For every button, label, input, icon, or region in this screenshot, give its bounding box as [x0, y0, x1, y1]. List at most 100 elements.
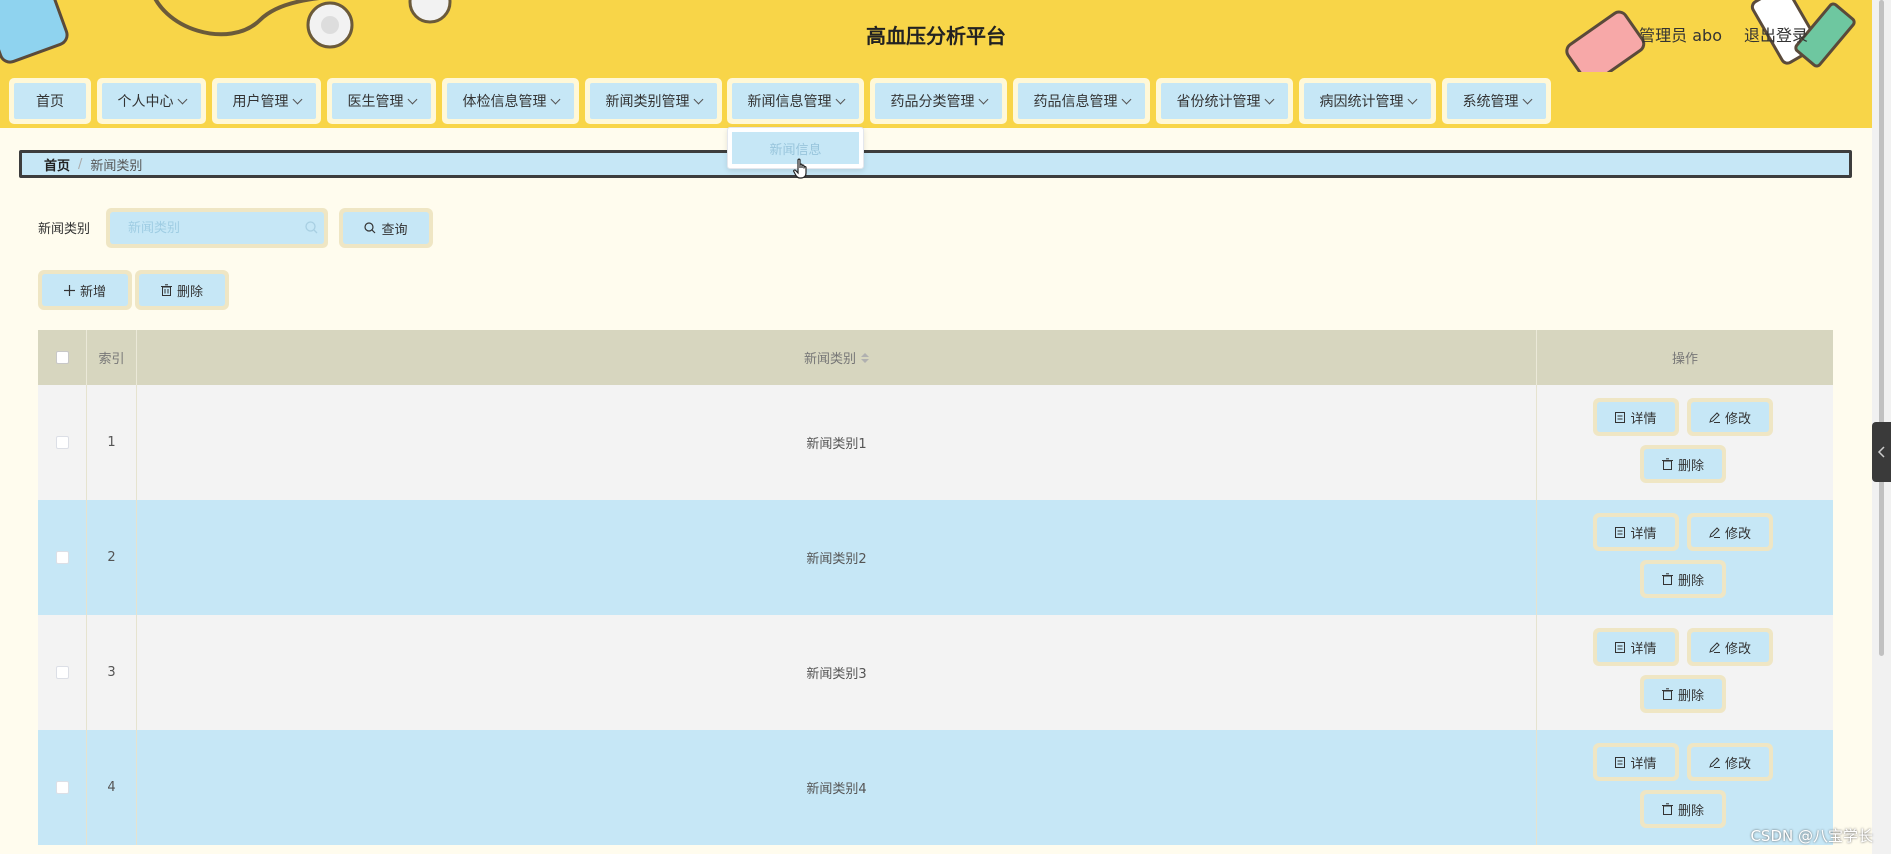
row-actions: 详情 修改 删除: [1537, 615, 1833, 730]
nav-item-system-management[interactable]: 系统管理: [1442, 78, 1551, 124]
nav-item-personal-center[interactable]: 个人中心: [97, 78, 206, 124]
nav-item-label: 药品分类管理: [890, 94, 975, 110]
detail-button-label: 详情: [1630, 411, 1657, 427]
search-input[interactable]: [110, 212, 324, 244]
detail-button[interactable]: 详情: [1597, 517, 1675, 547]
document-icon: [1615, 641, 1626, 653]
delete-button[interactable]: 删除: [1644, 794, 1722, 824]
row-news-category: 新闻类别3: [137, 615, 1537, 730]
chevron-down-icon: [177, 94, 187, 104]
logout-link[interactable]: 退出登录: [1744, 22, 1808, 46]
edit-icon: [1709, 526, 1720, 538]
nav-item-label: 省份统计管理: [1176, 94, 1261, 110]
delete-button[interactable]: 删除: [1644, 564, 1722, 594]
row-check-cell: [38, 615, 87, 730]
row-check-cell: [38, 730, 87, 845]
nav-item-label: 体检信息管理: [462, 94, 547, 110]
nav-item-label: 药品信息管理: [1033, 94, 1118, 110]
search-icon: [305, 221, 318, 234]
side-collapse-tab[interactable]: [1872, 422, 1891, 482]
edit-icon: [1709, 641, 1720, 653]
row-check-cell: [38, 500, 87, 615]
table-row: 1 新闻类别1 详情 修改 删除: [38, 385, 1833, 500]
nav-item-drug-info-management[interactable]: 药品信息管理: [1013, 78, 1150, 124]
page-scrollbar-thumb[interactable]: [1879, 0, 1884, 656]
nav-item-checkup-management[interactable]: 体检信息管理: [442, 78, 579, 124]
query-button-frame: 查询: [339, 208, 433, 248]
sort-icon[interactable]: [861, 352, 869, 363]
add-button[interactable]: 新增: [42, 274, 128, 306]
nav-item-home[interactable]: 首页: [9, 78, 91, 124]
chevron-down-icon: [693, 94, 703, 104]
edit-button-label: 修改: [1724, 641, 1751, 657]
chevron-left-icon: [1877, 446, 1885, 458]
document-icon: [1615, 756, 1626, 768]
query-button[interactable]: 查询: [343, 212, 429, 244]
edit-button-label: 修改: [1724, 526, 1751, 542]
nav-item-label: 新闻信息管理: [747, 94, 832, 110]
edit-button-label: 修改: [1724, 411, 1751, 427]
bulk-delete-button-label: 删除: [176, 284, 203, 300]
search-icon: [364, 222, 376, 234]
row-check-cell: [38, 385, 87, 500]
edit-button[interactable]: 修改: [1691, 517, 1769, 547]
chevron-down-icon: [1407, 94, 1417, 104]
document-icon: [1615, 411, 1626, 423]
chevron-down-icon: [835, 94, 845, 104]
table-row: 4 新闻类别4 详情 修改 删除: [38, 730, 1833, 845]
watermark: CSDN @八宝学长: [1750, 827, 1873, 845]
chevron-down-icon: [292, 94, 302, 104]
bulk-delete-button[interactable]: 删除: [139, 274, 225, 306]
nav-item-cause-stats-management[interactable]: 病因统计管理: [1299, 78, 1436, 124]
column-header-news-category[interactable]: 新闻类别: [137, 330, 1537, 385]
edit-button[interactable]: 修改: [1691, 632, 1769, 662]
nav-item-label: 医生管理: [347, 94, 404, 110]
chevron-down-icon: [550, 94, 560, 104]
row-index: 4: [87, 730, 137, 845]
detail-button[interactable]: 详情: [1597, 402, 1675, 432]
nav-item-drug-category-management[interactable]: 药品分类管理: [870, 78, 1007, 124]
nav-item-label: 个人中心: [117, 94, 174, 110]
nav-item-province-stats-management[interactable]: 省份统计管理: [1156, 78, 1293, 124]
site-title: 高血压分析平台: [866, 24, 1006, 48]
select-all-checkbox[interactable]: [55, 351, 69, 364]
breadcrumb-separator: /: [78, 156, 83, 172]
top-header: 高血压分析平台 管理员 abo 退出登录: [0, 0, 1872, 72]
row-checkbox[interactable]: [55, 551, 69, 564]
edit-button[interactable]: 修改: [1691, 747, 1769, 777]
edit-button[interactable]: 修改: [1691, 402, 1769, 432]
delete-button-label: 删除: [1677, 573, 1704, 589]
chevron-down-icon: [1264, 94, 1274, 104]
column-header-index: 索引: [87, 330, 137, 385]
column-header-operations: 操作: [1671, 352, 1698, 367]
nav-item-doctor-management[interactable]: 医生管理: [327, 78, 436, 124]
nav-item-label: 新闻类别管理: [605, 94, 690, 110]
detail-button[interactable]: 详情: [1597, 632, 1675, 662]
row-index: 1: [87, 385, 137, 500]
delete-button[interactable]: 删除: [1644, 679, 1722, 709]
news-category-table: 索引 新闻类别 操作 1 新闻类别1 详情 修改 删除 2 新闻类别2 详情 修…: [38, 330, 1833, 845]
nav-item-user-management[interactable]: 用户管理: [212, 78, 321, 124]
nav-item-news-category-management[interactable]: 新闻类别管理: [585, 78, 722, 124]
nav-item-label: 用户管理: [232, 94, 289, 110]
row-checkbox[interactable]: [55, 436, 69, 449]
nav-item-label: 系统管理: [1462, 94, 1519, 110]
nav-item-news-info-management[interactable]: 新闻信息管理: [727, 78, 864, 124]
row-checkbox[interactable]: [55, 666, 69, 679]
delete-button-frame: 删除: [135, 270, 229, 310]
row-actions: 详情 修改 删除: [1537, 500, 1833, 615]
breadcrumb-home[interactable]: 首页: [44, 155, 70, 174]
edit-icon: [1709, 756, 1720, 768]
edit-button-label: 修改: [1724, 756, 1751, 772]
document-icon: [1615, 526, 1626, 538]
header-check-cell: [38, 330, 87, 385]
row-index: 2: [87, 500, 137, 615]
delete-button[interactable]: 删除: [1644, 449, 1722, 479]
admin-user-label: 管理员 abo: [1639, 26, 1722, 45]
chevron-down-icon: [1522, 94, 1532, 104]
delete-button-label: 删除: [1677, 458, 1704, 474]
row-checkbox[interactable]: [55, 781, 69, 794]
nav-item-label: 首页: [36, 94, 64, 110]
chevron-down-icon: [407, 94, 417, 104]
detail-button[interactable]: 详情: [1597, 747, 1675, 777]
